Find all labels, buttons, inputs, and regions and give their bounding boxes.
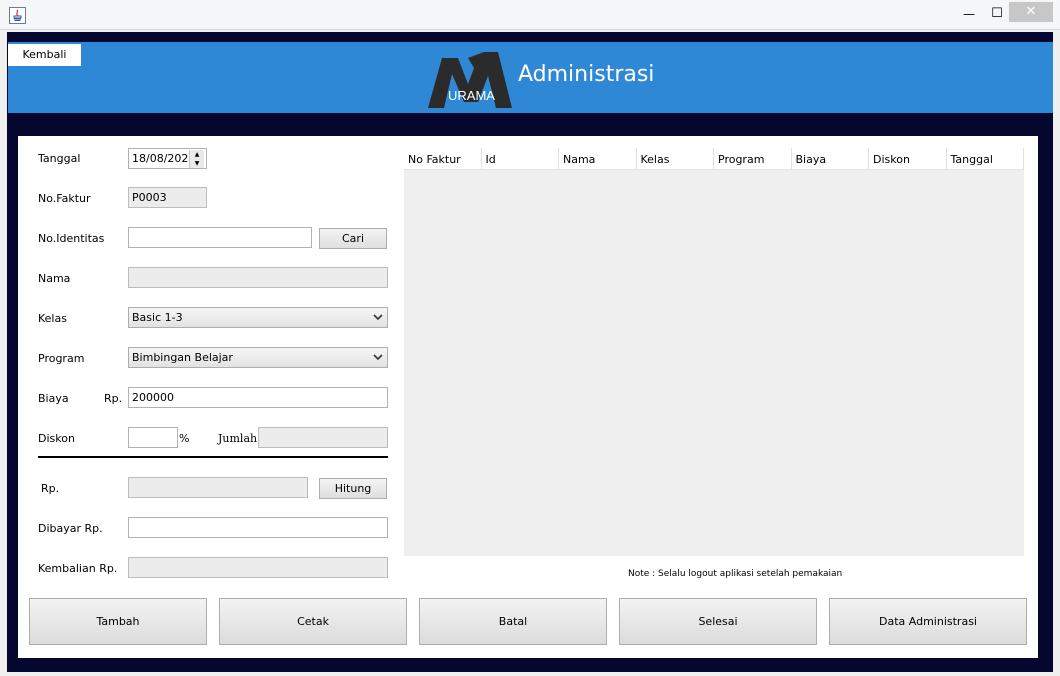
minimize-button[interactable]: — <box>954 4 984 24</box>
percent-label: % <box>179 432 190 445</box>
selesai-button[interactable]: Selesai <box>619 598 817 645</box>
faktur-field[interactable]: P0003 <box>128 187 207 208</box>
column-header-no-faktur[interactable]: No Faktur <box>404 148 482 170</box>
column-header-biaya[interactable]: Biaya <box>791 148 869 170</box>
batal-button[interactable]: Batal <box>419 598 607 645</box>
kelas-select[interactable]: Basic 1-3 <box>128 307 388 328</box>
cari-button[interactable]: Cari <box>319 228 387 249</box>
logout-note: Note : Selalu logout aplikasi setelah pe… <box>628 569 843 579</box>
diskon-label: Diskon <box>38 432 75 445</box>
jumlah-field[interactable] <box>258 427 388 448</box>
kembalian-label: Kembalian Rp. <box>38 562 118 575</box>
data-administrasi-button[interactable]: Data Administrasi <box>829 598 1027 645</box>
chevron-down-icon <box>373 354 383 361</box>
total-rp-label: Rp. <box>41 482 60 495</box>
biaya-label: Biaya <box>38 392 69 405</box>
svg-text:URAMA: URAMA <box>448 88 495 103</box>
window-frame: Kembali URAMA Administrasi Tanggal 18/08… <box>0 30 1060 676</box>
program-select[interactable]: Bimbingan Belajar <box>128 347 388 368</box>
diskon-field[interactable] <box>128 427 178 448</box>
identitas-label: No.Identitas <box>38 232 105 245</box>
column-header-program[interactable]: Program <box>714 148 792 170</box>
header-bar: Kembali URAMA Administrasi <box>8 42 1053 113</box>
logo-icon: URAMA <box>428 52 512 108</box>
dibayar-label: Dibayar Rp. <box>38 522 103 535</box>
table-header: No Faktur Id Nama Kelas Program Biaya Di… <box>404 148 1024 170</box>
spinner-down-icon[interactable]: ▼ <box>190 159 204 168</box>
column-header-kelas[interactable]: Kelas <box>636 148 714 170</box>
tambah-button[interactable]: Tambah <box>29 598 207 645</box>
biaya-currency-label: Rp. <box>104 392 123 405</box>
maximize-button[interactable]: ☐ <box>983 4 1011 24</box>
java-app-icon <box>9 7 26 24</box>
chevron-down-icon <box>373 314 383 321</box>
program-label: Program <box>38 352 85 365</box>
column-header-tanggal[interactable]: Tanggal <box>946 148 1024 170</box>
spinner-up-icon[interactable]: ▲ <box>190 150 204 159</box>
identitas-field[interactable] <box>128 227 312 248</box>
total-field[interactable] <box>128 477 308 498</box>
nama-field[interactable] <box>128 267 388 288</box>
column-header-nama[interactable]: Nama <box>559 148 637 170</box>
biaya-field[interactable]: 200000 <box>128 387 388 408</box>
separator-line <box>38 456 388 458</box>
kelas-label: Kelas <box>38 312 67 325</box>
tanggal-label: Tanggal <box>38 152 81 165</box>
tanggal-value: 18/08/2020 <box>132 152 196 165</box>
title-bar: — ☐ ✕ <box>0 0 1060 30</box>
kembalian-field[interactable] <box>128 557 388 578</box>
nama-label: Nama <box>38 272 71 285</box>
kelas-value: Basic 1-3 <box>132 311 183 324</box>
back-button[interactable]: Kembali <box>8 44 81 66</box>
page-title: Administrasi <box>518 62 655 87</box>
administrasi-table[interactable]: No Faktur Id Nama Kelas Program Biaya Di… <box>404 148 1024 556</box>
hitung-button[interactable]: Hitung <box>319 478 387 499</box>
spinner-controls: ▲ ▼ <box>189 150 204 168</box>
cetak-button[interactable]: Cetak <box>219 598 407 645</box>
close-button[interactable]: ✕ <box>1009 2 1053 22</box>
faktur-label: No.Faktur <box>38 192 91 205</box>
program-value: Bimbingan Belajar <box>132 351 233 364</box>
column-header-diskon[interactable]: Diskon <box>869 148 947 170</box>
column-header-id[interactable]: Id <box>481 148 559 170</box>
main-panel: Tanggal 18/08/2020 ▲ ▼ No.Faktur P0003 N… <box>18 136 1038 658</box>
jumlah-label: Jumlah <box>218 432 258 445</box>
dibayar-field[interactable] <box>128 517 388 538</box>
tanggal-spinner[interactable]: 18/08/2020 ▲ ▼ <box>128 148 207 169</box>
